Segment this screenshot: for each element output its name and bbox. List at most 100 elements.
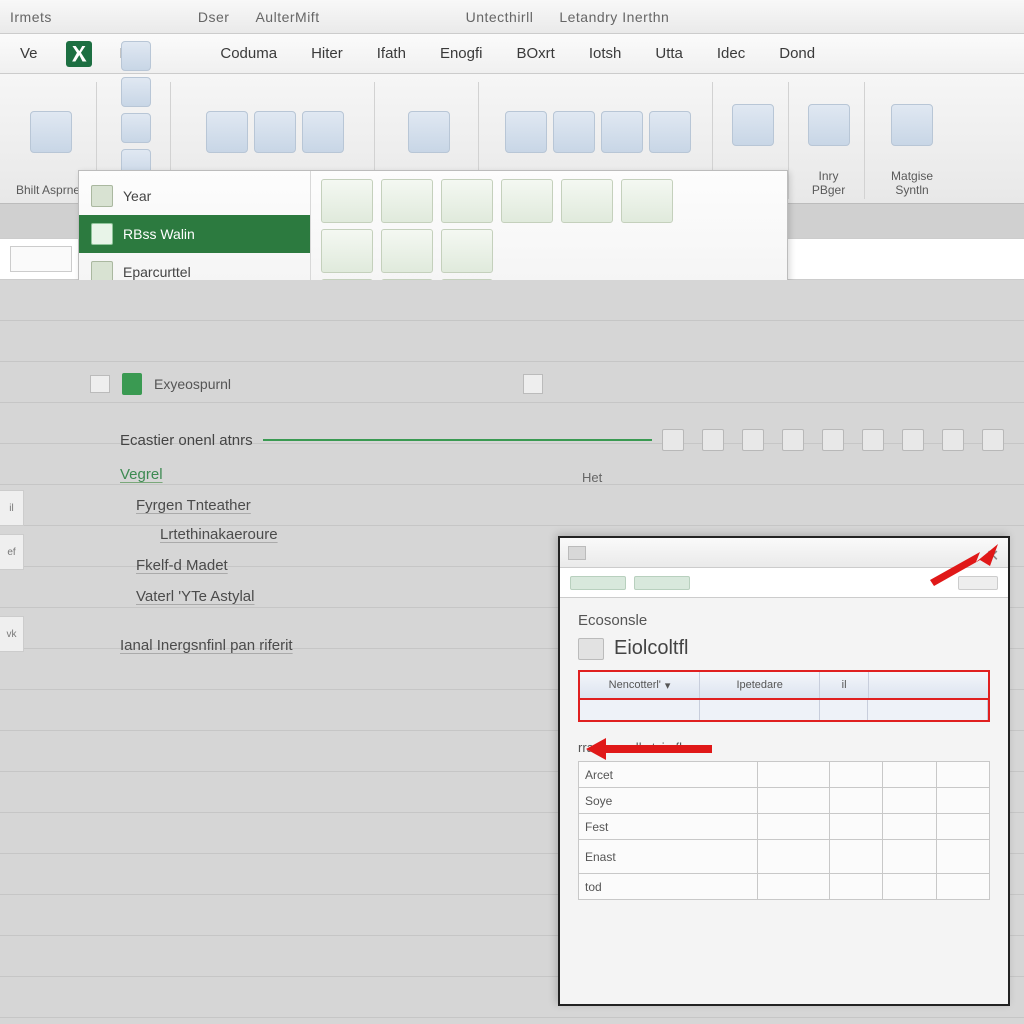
gallery-thumb[interactable] xyxy=(441,179,493,223)
subwin-table[interactable]: Arcet Soye Fest Enast tod xyxy=(578,761,990,900)
breadcrumb: Exyeospurnl xyxy=(90,370,960,398)
doc-icon xyxy=(91,223,113,245)
dropdown-item[interactable]: Year xyxy=(79,177,310,215)
column-header[interactable]: il xyxy=(820,672,869,698)
filter-row[interactable] xyxy=(578,700,990,722)
app-badge-icon[interactable] xyxy=(66,41,92,67)
columns-icon[interactable] xyxy=(942,429,964,451)
titlebar-item[interactable]: Irmets xyxy=(10,9,52,25)
subwin-category: Ecosonsle xyxy=(578,612,990,629)
titlebar-item[interactable]: AulterMift xyxy=(255,9,319,25)
outline-link[interactable]: Ianal Inergsnfinl pan riferit xyxy=(120,635,540,656)
ribbon-button-icon[interactable] xyxy=(505,111,547,153)
column-header[interactable] xyxy=(869,672,988,698)
outline-list: Vegrel Fyrgen Tnteather Lrtethinakaerour… xyxy=(120,460,540,656)
outline-link[interactable]: Fyrgen Tnteather xyxy=(136,495,540,516)
subwin-tab[interactable] xyxy=(634,576,690,590)
ribbon-button-icon[interactable] xyxy=(553,111,595,153)
ribbon-button-icon[interactable] xyxy=(891,104,933,146)
breadcrumb-label[interactable]: Exyeospurnl xyxy=(154,376,231,392)
dropdown-item-label: Year xyxy=(123,188,151,204)
grid-icon[interactable] xyxy=(782,429,804,451)
ribbon-button-icon[interactable] xyxy=(121,77,151,107)
copy-icon[interactable] xyxy=(822,429,844,451)
tab[interactable]: Dond xyxy=(773,41,821,66)
sub-window: ✕ Ecosonsle Eiolcoltfl Nencotterl'▾ Ipet… xyxy=(558,536,1010,1006)
table-row-label[interactable]: Enast xyxy=(579,840,758,874)
gallery-thumb[interactable] xyxy=(621,179,673,223)
left-tab-stub[interactable]: ef xyxy=(0,534,24,570)
gallery-thumb[interactable] xyxy=(561,179,613,223)
doc-icon xyxy=(91,185,113,207)
bolt-icon[interactable] xyxy=(982,429,1004,451)
gallery-thumb[interactable] xyxy=(381,179,433,223)
outline-link[interactable]: Vaterl 'YTe Astylal xyxy=(136,586,540,607)
ribbon-button-icon[interactable] xyxy=(808,104,850,146)
sheet-icon xyxy=(122,373,142,395)
ribbon-button-icon[interactable] xyxy=(408,111,450,153)
subwin-tab[interactable] xyxy=(570,576,626,590)
titlebar-item[interactable]: Dser xyxy=(198,9,230,25)
table-row-label[interactable]: Soye xyxy=(579,788,758,814)
subwin-folder[interactable]: Eiolcoltfl xyxy=(578,637,990,660)
gallery-thumb[interactable] xyxy=(441,229,493,273)
ribbon-group-label: Bhilt Asprnes xyxy=(16,183,86,197)
tab[interactable]: Hiter xyxy=(305,41,349,66)
table-row-label[interactable]: Fest xyxy=(579,814,758,840)
tab[interactable]: Ifath xyxy=(371,41,412,66)
subwin-tabs xyxy=(560,568,1008,598)
doc-icon[interactable] xyxy=(523,374,543,394)
outline-link[interactable]: Lrtethinakaeroure xyxy=(160,524,540,545)
mini-toolbar xyxy=(662,429,1004,451)
pencil-icon[interactable] xyxy=(742,429,764,451)
ribbon-button-icon[interactable] xyxy=(30,111,72,153)
outline-link[interactable]: Fkelf-d Madet xyxy=(136,555,540,576)
subwin-tab[interactable] xyxy=(958,576,998,590)
dropdown-item-label: RBss Walin xyxy=(123,226,195,242)
window-icon xyxy=(568,546,586,560)
name-box[interactable] xyxy=(10,246,72,272)
gallery-thumb[interactable] xyxy=(501,179,553,223)
folder-icon xyxy=(578,638,604,660)
table-row-label[interactable]: Arcet xyxy=(579,762,758,788)
tab[interactable]: Enogfi xyxy=(434,41,489,66)
tab[interactable]: Utta xyxy=(649,41,689,66)
close-icon[interactable]: ✕ xyxy=(986,546,1000,560)
left-tab-stub[interactable]: il xyxy=(0,490,24,526)
tab[interactable]: BOxrt xyxy=(510,41,560,66)
left-tab-stub[interactable]: vk xyxy=(0,616,24,652)
subwin-titlebar[interactable]: ✕ xyxy=(560,538,1008,568)
column-header-row[interactable]: Nencotterl'▾ Ipetedare il xyxy=(578,670,990,700)
titlebar-item: Letandry Inerthn xyxy=(559,9,669,25)
ribbon-button-icon[interactable] xyxy=(649,111,691,153)
tab[interactable]: Iotsh xyxy=(583,41,628,66)
tab[interactable]: Ve xyxy=(14,41,44,66)
tab[interactable]: Coduma xyxy=(214,41,283,66)
sort-icon[interactable]: ▾ xyxy=(665,679,671,692)
ribbon-button-icon[interactable] xyxy=(601,111,643,153)
page-icon xyxy=(90,375,110,393)
filter-icon[interactable] xyxy=(702,429,724,451)
ribbon-button-icon[interactable] xyxy=(254,111,296,153)
ribbon-button-icon[interactable] xyxy=(206,111,248,153)
table-row-label[interactable]: tod xyxy=(579,874,758,900)
column-header[interactable]: Ipetedare xyxy=(700,672,820,698)
subwin-folder-label: Eiolcoltfl xyxy=(614,637,688,660)
tab[interactable]: Idec xyxy=(711,41,751,66)
cut-icon[interactable] xyxy=(862,429,884,451)
ribbon-button-icon[interactable] xyxy=(732,104,774,146)
gallery-thumb[interactable] xyxy=(321,179,373,223)
paste-icon[interactable] xyxy=(902,429,924,451)
column-header: Het xyxy=(582,470,602,485)
ribbon-button-icon[interactable] xyxy=(302,111,344,153)
ribbon-button-icon[interactable] xyxy=(121,113,151,143)
column-header[interactable]: Nencotterl'▾ xyxy=(580,672,700,698)
ribbon-group: Matgise Syntln xyxy=(869,82,955,199)
ribbon-button-icon[interactable] xyxy=(121,41,151,71)
subwin-caption: rraces. onll stvie fl xyxy=(578,740,990,755)
gallery-thumb[interactable] xyxy=(381,229,433,273)
dropdown-item[interactable]: RBss Walin xyxy=(79,215,310,253)
gallery-thumb[interactable] xyxy=(321,229,373,273)
outline-link[interactable]: Vegrel xyxy=(120,464,540,485)
table-icon[interactable] xyxy=(662,429,684,451)
